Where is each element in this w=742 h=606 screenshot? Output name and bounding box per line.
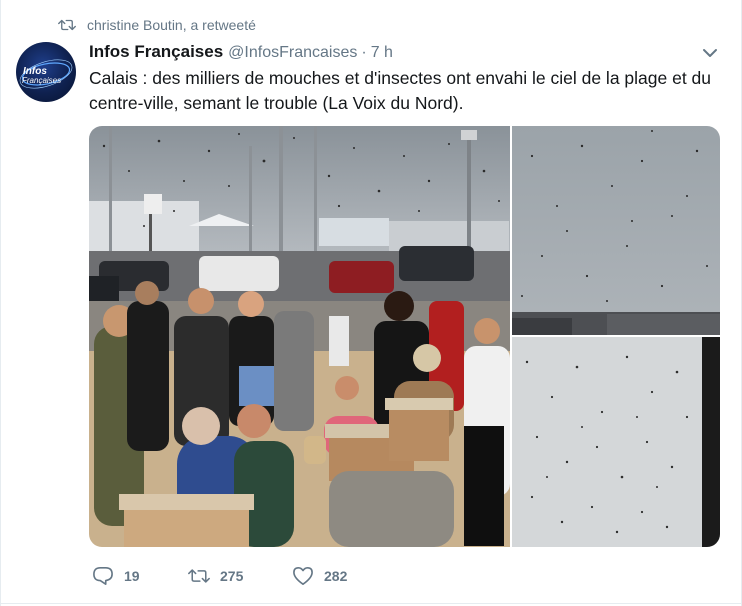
- media-grid: [89, 126, 720, 547]
- retweet-text[interactable]: christine Boutin, a retweeté: [87, 17, 256, 33]
- avatar-logo: Infos Françaises: [19, 59, 73, 89]
- tweet-actions: 19 275 282: [92, 565, 392, 587]
- retweet-context: christine Boutin, a retweeté: [58, 16, 256, 34]
- tweet-text: Calais : des milliers de mouches et d'in…: [89, 66, 719, 116]
- photo-crowd[interactable]: [89, 126, 510, 547]
- heart-icon: [293, 567, 313, 585]
- avatar[interactable]: Infos Françaises: [16, 42, 76, 102]
- svg-text:Françaises: Françaises: [22, 76, 61, 85]
- like-button[interactable]: 282: [292, 566, 392, 586]
- tweet-divider: [0, 603, 742, 604]
- photo-sky-bottom[interactable]: [512, 337, 720, 547]
- tweet-timestamp[interactable]: 7 h: [371, 44, 393, 62]
- reply-button[interactable]: 19: [92, 566, 188, 586]
- tweet-text-line: Calais : des milliers de mouches et d'in…: [89, 68, 712, 88]
- retweet-icon: [188, 569, 210, 583]
- reply-count: 19: [124, 568, 140, 584]
- retweet-icon: [58, 19, 76, 31]
- tweet-header: Infos Françaises @InfosFrancaises · 7 h: [89, 42, 393, 62]
- separator-dot: ·: [361, 44, 367, 61]
- chevron-down-icon[interactable]: [701, 44, 719, 62]
- tweet-text-line: centre-ville, semant le trouble (La Voix…: [89, 93, 464, 113]
- user-handle[interactable]: @InfosFrancaises: [228, 44, 357, 62]
- frame-border-left: [0, 0, 1, 606]
- reply-icon: [93, 567, 113, 585]
- retweet-count: 275: [220, 568, 244, 584]
- display-name[interactable]: Infos Françaises: [89, 42, 223, 62]
- retweet-button[interactable]: 275: [188, 566, 292, 586]
- like-count: 282: [324, 568, 348, 584]
- photo-sky-top[interactable]: [512, 126, 720, 335]
